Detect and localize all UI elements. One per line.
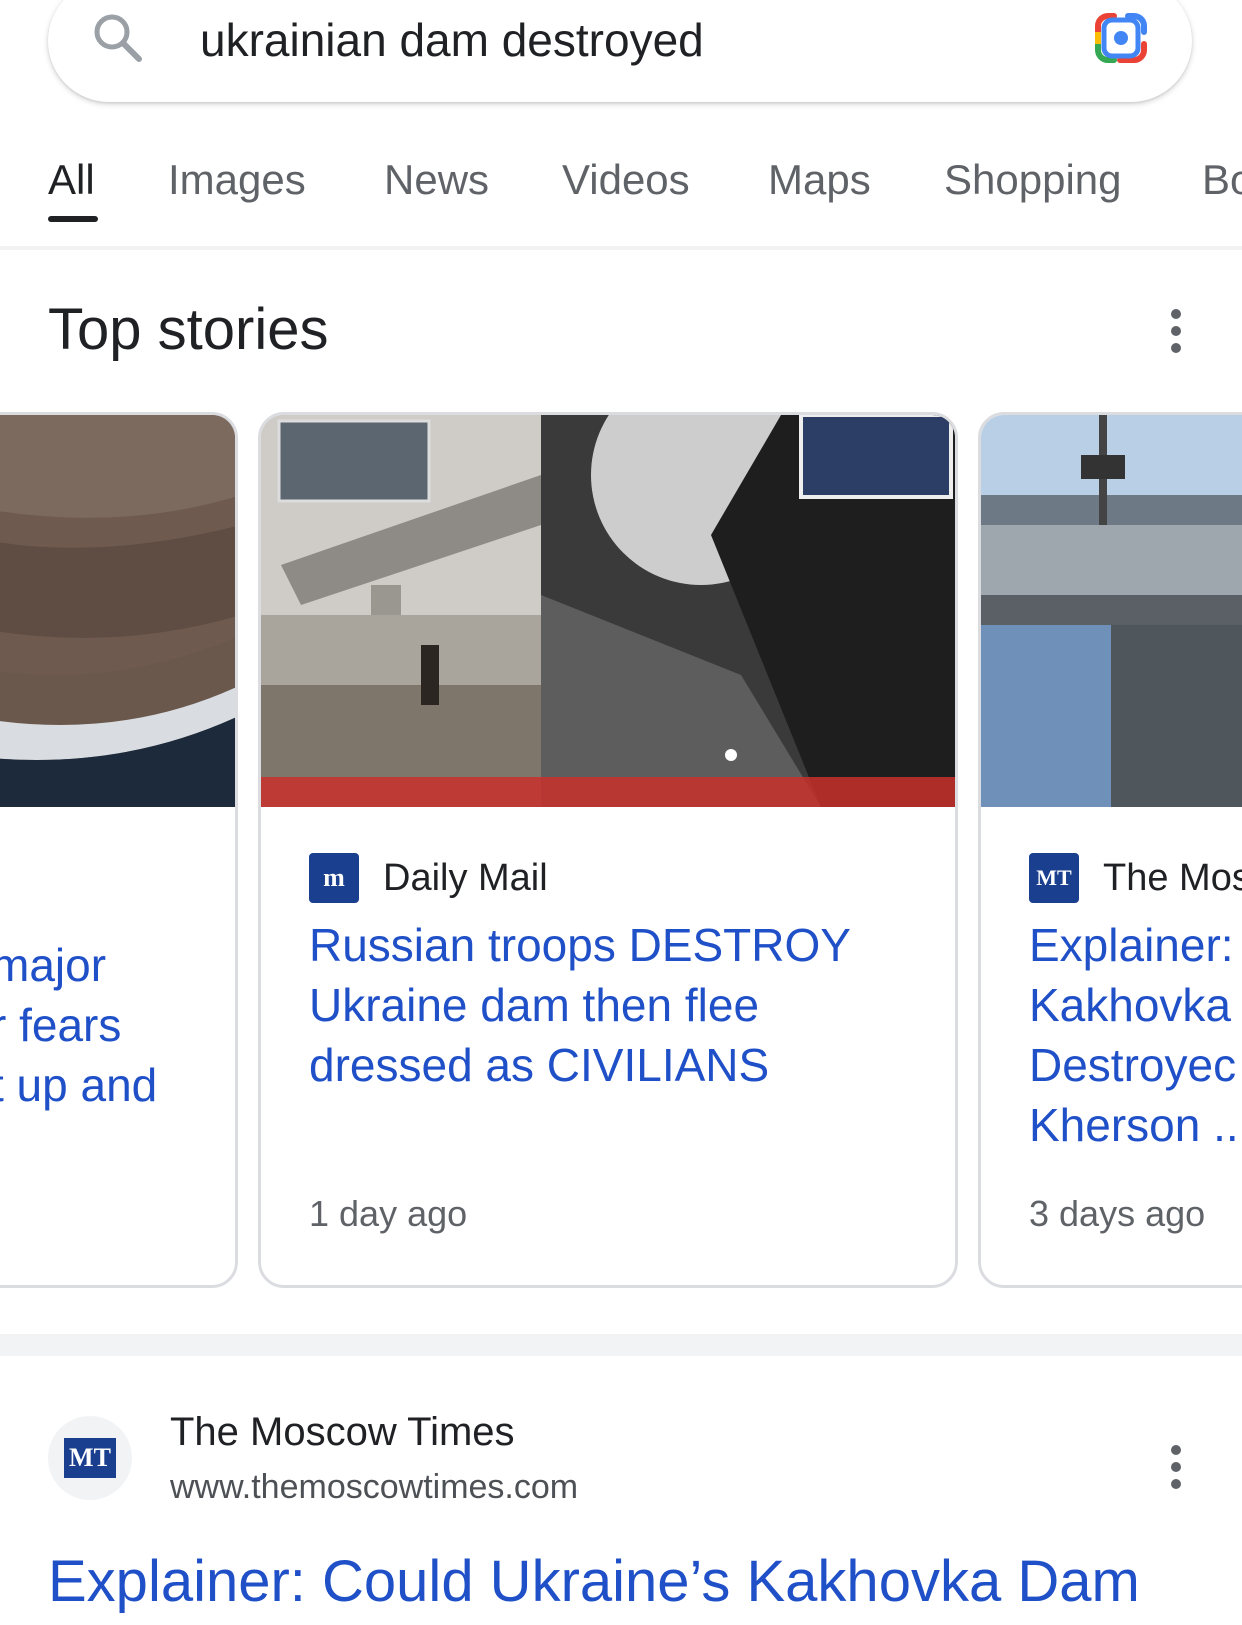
moscow-times-logo-icon: MT [1029, 853, 1079, 903]
more-options-icon[interactable] [1166, 306, 1186, 356]
story-card[interactable]: m Daily Mail Russian troops DESTROY Ukra… [258, 412, 958, 1288]
story-source: MT The Mos [1029, 853, 1242, 903]
more-options-icon[interactable] [1166, 1442, 1186, 1492]
moscow-times-logo-icon: MT [64, 1438, 116, 1478]
story-headline[interactable]: Russian troops DESTROY Ukraine dam then … [309, 915, 851, 1095]
active-tab-indicator [48, 216, 98, 222]
search-input[interactable] [200, 10, 1020, 70]
source-name: Daily Mail [383, 856, 548, 899]
section-divider [0, 1334, 1242, 1356]
tab-news[interactable]: News [384, 156, 489, 204]
story-card[interactable]: MT The Mos Explainer: Kakhovka Destroyec… [978, 412, 1242, 1288]
tab-shopping[interactable]: Shopping [944, 156, 1122, 204]
daily-mail-logo-icon: m [309, 853, 359, 903]
story-thumbnail[interactable] [0, 415, 235, 807]
story-timestamp: 1 day ago [309, 1193, 468, 1234]
google-lens-icon[interactable] [1090, 10, 1152, 66]
top-stories-heading: Top stories [48, 297, 329, 362]
story-thumbnail[interactable] [981, 415, 1242, 807]
search-bar[interactable] [48, 0, 1192, 102]
source-name: The Mos [1103, 856, 1242, 899]
site-favicon: MT [48, 1416, 132, 1500]
search-tabs: All Images News Videos Maps Shopping Bo [0, 140, 1242, 250]
result-title-link[interactable]: Explainer: Could Ukraine’s Kakhovka Dam [48, 1548, 1140, 1615]
tab-maps[interactable]: Maps [768, 156, 871, 204]
story-card[interactable]: major r fears t up and [0, 412, 238, 1288]
result-site-name[interactable]: The Moscow Times [170, 1410, 515, 1455]
tab-videos[interactable]: Videos [562, 156, 690, 204]
tab-books[interactable]: Bo [1202, 156, 1242, 204]
story-headline[interactable]: Explainer: Kakhovka Destroyec Kherson .. [1029, 915, 1239, 1155]
divider [0, 246, 1242, 250]
search-icon[interactable] [90, 10, 146, 66]
result-url[interactable]: www.themoscowtimes.com [170, 1468, 578, 1507]
tab-images[interactable]: Images [168, 156, 306, 204]
story-source: m Daily Mail [309, 853, 548, 903]
tab-all[interactable]: All [48, 156, 95, 204]
story-headline[interactable]: major r fears t up and [0, 935, 157, 1115]
google-search-results-page: All Images News Videos Maps Shopping Bo … [0, 0, 1242, 1625]
story-thumbnail[interactable] [261, 415, 955, 807]
story-timestamp: 3 days ago [1029, 1193, 1206, 1234]
